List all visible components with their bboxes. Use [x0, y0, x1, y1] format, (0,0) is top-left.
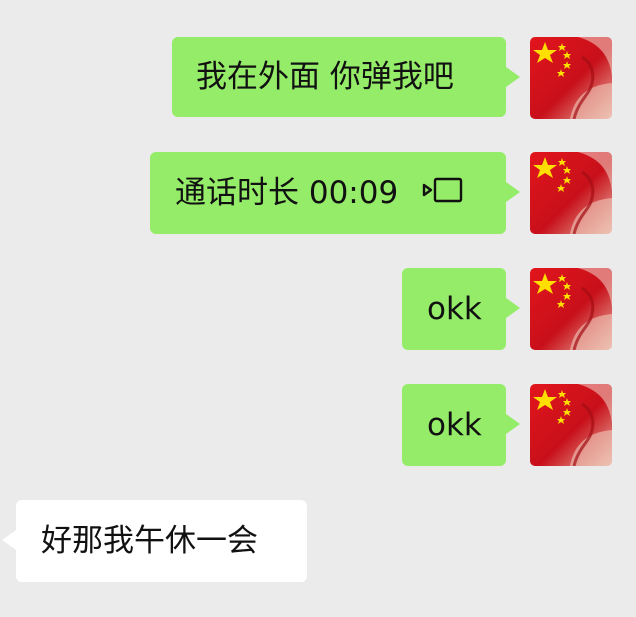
- china-flag-avatar-icon[interactable]: [530, 384, 612, 466]
- message-text: okk: [427, 290, 482, 327]
- message-text: 我在外面 你弹我吧: [196, 58, 454, 95]
- message-bubble-outgoing[interactable]: 我在外面 你弹我吧: [172, 37, 520, 117]
- message-text: okk: [427, 406, 482, 443]
- china-flag-avatar-icon[interactable]: [530, 37, 612, 119]
- message-text: 好那我午休一会: [41, 522, 258, 559]
- china-flag-avatar-icon[interactable]: [530, 268, 612, 350]
- message-bubble-outgoing[interactable]: okk: [402, 384, 520, 466]
- china-flag-avatar-icon[interactable]: [530, 152, 612, 234]
- video-call-icon: [422, 177, 466, 209]
- call-duration-text: 通话时长 00:09: [175, 174, 399, 211]
- message-bubble-incoming[interactable]: 好那我午休一会: [2, 500, 307, 582]
- message-bubble-outgoing[interactable]: okk: [402, 268, 520, 350]
- call-record-bubble[interactable]: 通话时长 00:09: [150, 152, 520, 234]
